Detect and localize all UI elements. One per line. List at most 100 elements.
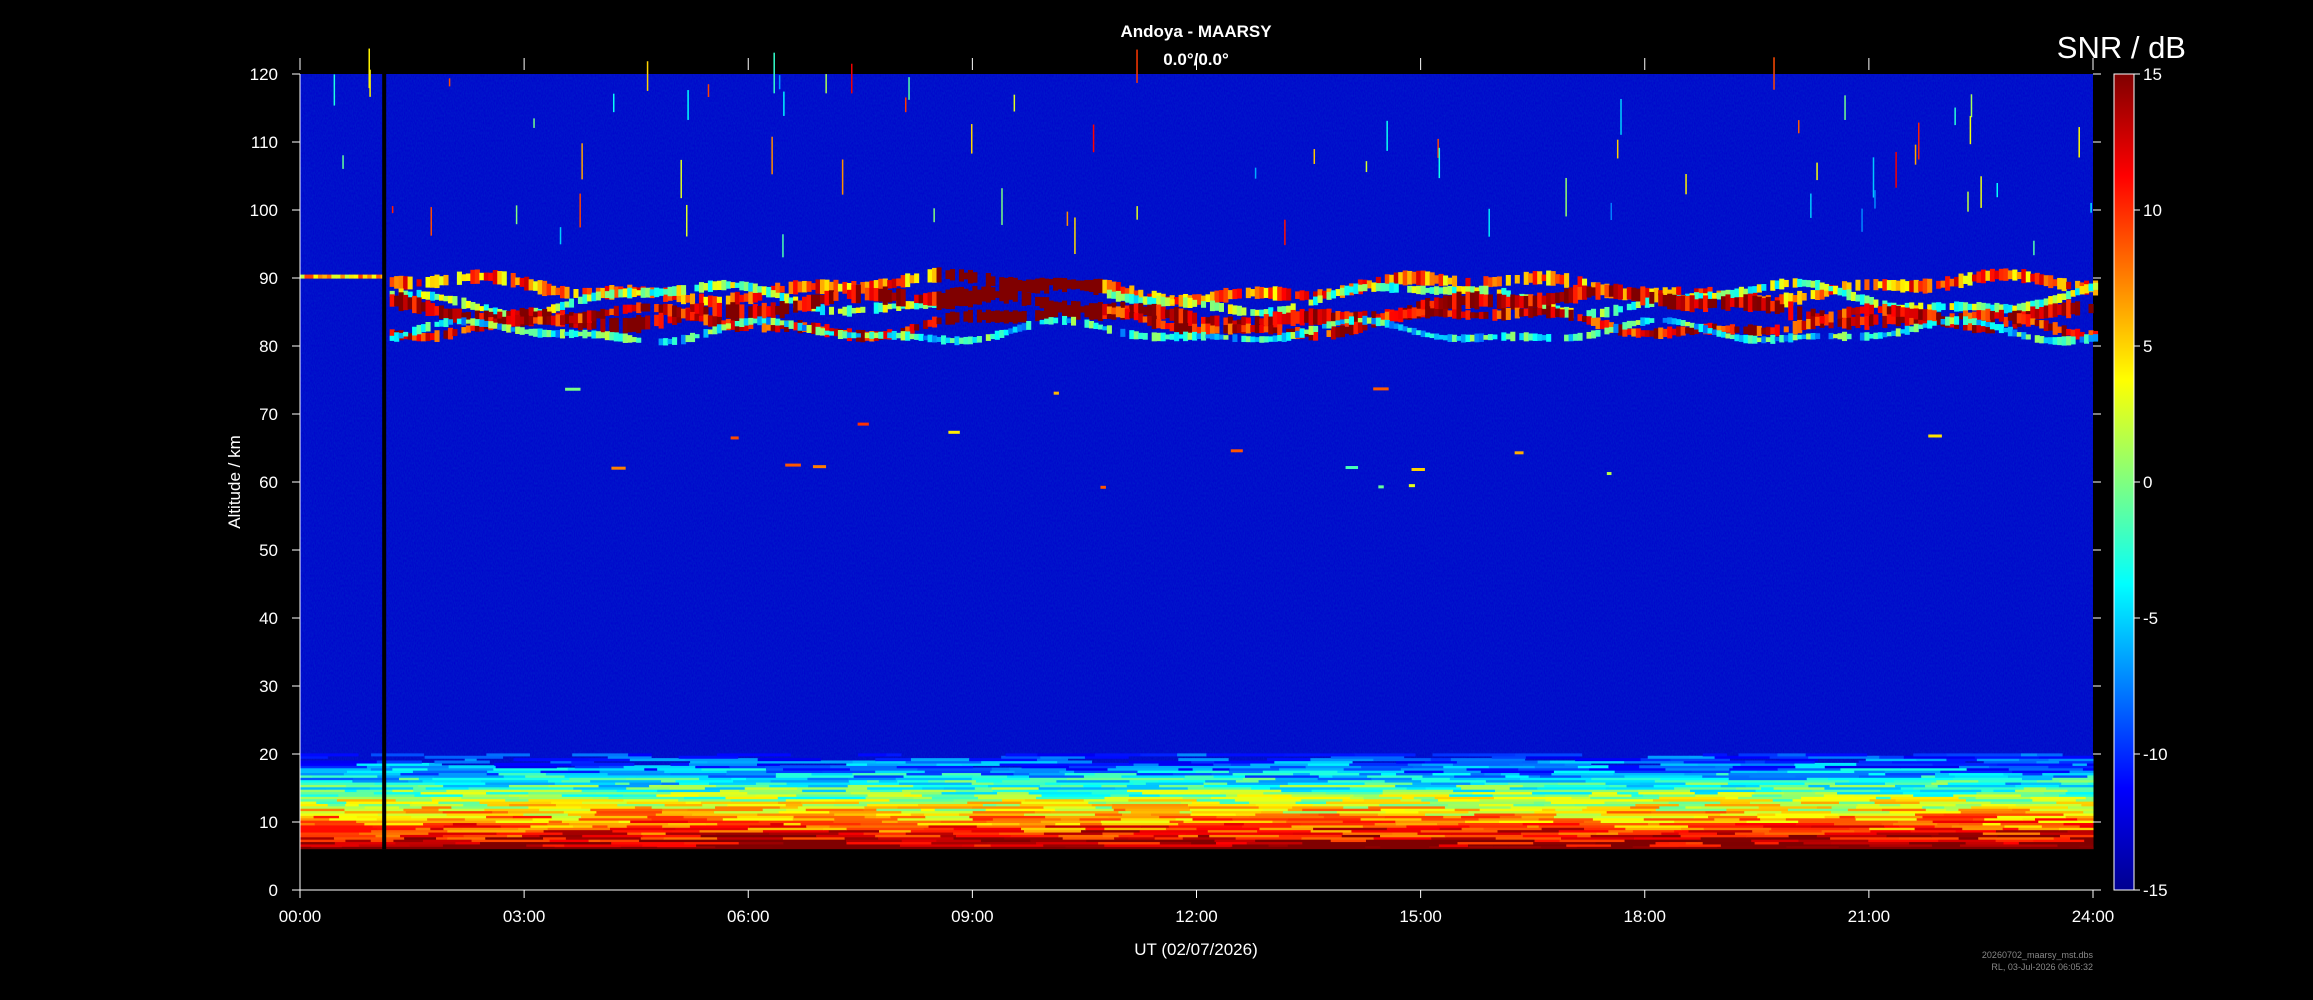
scattered-echo [812, 465, 827, 469]
pmse-cell [654, 287, 660, 298]
pmse-cell [1012, 326, 1018, 333]
pmse-cell [1339, 287, 1346, 296]
scattered-echo [565, 387, 581, 391]
pmse-cell [649, 289, 655, 296]
pmse-cell [793, 300, 799, 313]
pmse-cell [698, 282, 705, 293]
pmse-cell [1398, 272, 1404, 285]
pmse-cell [1420, 285, 1426, 295]
pmse-cell [1250, 309, 1256, 316]
pmse-cell [860, 306, 866, 313]
pmse-cell [1904, 307, 1910, 318]
pmse-cell [1828, 311, 1834, 323]
pmse-cell [1873, 299, 1879, 308]
pmse-cell [326, 274, 332, 279]
pmse-cell [698, 315, 705, 322]
pmse-cell [609, 332, 615, 341]
pmse-cell [2012, 269, 2018, 281]
pmse-cell [1106, 289, 1112, 299]
pmse-cell [1366, 280, 1372, 289]
pmse-cell [932, 316, 938, 328]
pmse-cell [1945, 276, 1951, 291]
pmse-cell [1317, 309, 1323, 325]
pmse-cell [1734, 288, 1740, 299]
meteor-streak [1001, 188, 1003, 225]
pmse-cell [954, 312, 960, 323]
pmse-cell [1438, 273, 1444, 287]
pmse-cell [923, 293, 929, 306]
pmse-cell [1694, 323, 1700, 330]
pmse-cell [1357, 284, 1363, 292]
pmse-cell [313, 274, 319, 279]
pmse-cell [1429, 308, 1435, 317]
pmse-cell [788, 297, 794, 304]
pmse-cell [1044, 278, 1050, 294]
pmse-cell [1698, 323, 1704, 333]
pmse-cell [1223, 325, 1229, 334]
pmse-cell [819, 295, 826, 304]
pmse-cell [976, 289, 982, 299]
pmse-cell [344, 274, 350, 279]
pmse-cell [949, 287, 956, 307]
pmse-cell [1989, 322, 1995, 330]
pmse-cell [1492, 309, 1498, 321]
pmse-cell [1460, 296, 1467, 306]
pmse-cell [501, 324, 507, 331]
x-tick-label: 09:00 [951, 907, 994, 926]
pmse-cell [1393, 310, 1399, 322]
pmse-cell [1281, 332, 1287, 343]
pmse-cell [1532, 333, 1538, 341]
pmse-cell [658, 288, 664, 296]
pmse-cell [479, 306, 485, 312]
pmse-cell [658, 310, 664, 329]
pmse-cell [1586, 316, 1592, 325]
pmse-cell [811, 294, 817, 309]
colorbar [2113, 73, 2135, 891]
pmse-cell [519, 327, 525, 335]
pmse-cell [1026, 292, 1032, 306]
pmse-cell [2070, 290, 2076, 297]
tropo-echo [1879, 755, 1905, 759]
pmse-cell [1837, 333, 1843, 340]
pmse-cell [1711, 329, 1718, 335]
pmse-cell [1550, 293, 1556, 305]
pmse-cell [694, 284, 700, 292]
pmse-cell [1335, 289, 1341, 297]
pmse-cell [658, 304, 664, 313]
pmse-cell [873, 302, 879, 314]
pmse-cell [967, 269, 973, 284]
pmse-cell [788, 320, 794, 329]
pmse-cell [1927, 309, 1933, 322]
meteor-streak [1967, 191, 1969, 212]
pmse-cell [1483, 311, 1489, 319]
pmse-cell [1102, 279, 1108, 294]
pmse-cell [936, 336, 942, 342]
pmse-cell [1062, 315, 1068, 325]
pmse-cell [645, 303, 651, 312]
pmse-cell [743, 293, 749, 302]
meteor-streak [1954, 107, 1956, 126]
pmse-cell [878, 331, 884, 339]
pmse-cell [1631, 287, 1637, 301]
pmse-cell [1447, 286, 1453, 295]
pmse-cell [1178, 294, 1184, 307]
meteor-streak [904, 97, 907, 113]
pmse-cell [1958, 301, 1964, 312]
pmse-cell [645, 287, 651, 298]
pmse-cell [1241, 325, 1247, 332]
pmse-cell [1322, 309, 1328, 326]
pmse-cell [1868, 333, 1874, 339]
meteor-streak [1797, 120, 1800, 134]
meteor-streak [1620, 98, 1622, 135]
pmse-cell [528, 328, 534, 336]
pmse-cell [1187, 332, 1193, 340]
pmse-cell [1102, 303, 1108, 316]
colorbar-label: SNR / dB [2057, 30, 2186, 65]
pmse-cell [1622, 322, 1628, 330]
pmse-cell [1192, 299, 1198, 307]
pmse-cell [1035, 296, 1041, 306]
pmse-cell [542, 280, 548, 297]
pmse-cell [1537, 271, 1543, 285]
pmse-cell [1156, 304, 1162, 321]
pmse-cell [1940, 303, 1946, 311]
